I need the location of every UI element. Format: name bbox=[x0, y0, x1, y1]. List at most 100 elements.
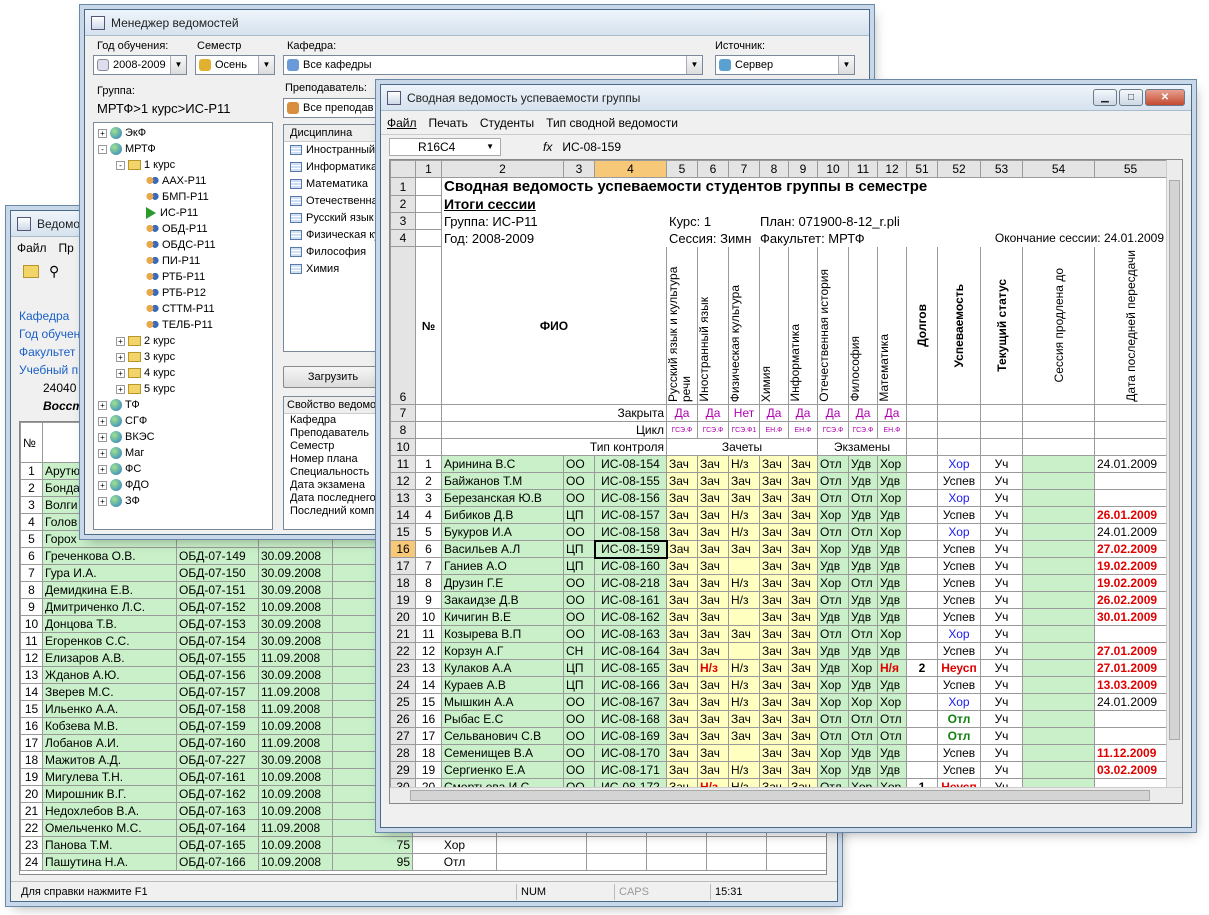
cell-last-date[interactable]: 03.02.2009 bbox=[1094, 761, 1167, 779]
prop-item[interactable]: Преподаватель bbox=[287, 427, 382, 440]
back-menu-edit[interactable]: Пр bbox=[59, 241, 74, 255]
cell-debts[interactable] bbox=[906, 557, 938, 575]
menu-print[interactable]: Печать bbox=[429, 116, 468, 130]
src-select[interactable]: Сервер ▼ bbox=[715, 55, 855, 75]
cell-mark[interactable]: Н/з bbox=[728, 676, 760, 694]
cell-gradebook[interactable]: ИС-08-167 bbox=[594, 693, 667, 711]
cell-progress[interactable]: Успев bbox=[937, 506, 981, 524]
maximize-icon[interactable]: □ bbox=[1119, 89, 1143, 106]
column-header[interactable]: 53 bbox=[980, 160, 1023, 178]
student-row[interactable]: 21 11 Козырева В.П ОО ИС-08-163 Зач Зач Зач Зач З… bbox=[390, 625, 1167, 643]
cell-status[interactable]: Уч bbox=[980, 642, 1023, 660]
cell-progress[interactable]: Успев bbox=[937, 574, 981, 592]
cell-progress[interactable]: Успев bbox=[937, 676, 981, 694]
cell-mark[interactable]: Отл bbox=[848, 523, 878, 541]
cell[interactable] bbox=[937, 438, 981, 456]
zakr-cell[interactable]: Да bbox=[817, 404, 849, 422]
cell-progress[interactable]: Успев bbox=[937, 540, 981, 558]
back-cell-name[interactable]: Мигулева Т.Н. bbox=[42, 768, 177, 786]
cell-mark[interactable]: Зач bbox=[697, 676, 729, 694]
cell-extended[interactable] bbox=[1022, 557, 1095, 575]
back-cell-empty[interactable] bbox=[827, 837, 828, 854]
subject-header-cell[interactable]: Отечественная история bbox=[817, 246, 849, 405]
cell-mark[interactable]: Удв bbox=[877, 472, 907, 490]
cell-mark[interactable]: Зач bbox=[788, 625, 818, 643]
back-cell-empty[interactable] bbox=[706, 836, 767, 854]
cell-no[interactable]: 11 bbox=[415, 625, 442, 643]
cell-status[interactable]: Уч bbox=[980, 744, 1023, 762]
tree-node[interactable]: ОБДС-Р11 bbox=[98, 237, 272, 253]
student-row[interactable]: 14 4 Бибиков Д.В ЦП ИС-08-157 Зач Зач Н/з Зач Зач… bbox=[390, 506, 1167, 524]
back-cell-date[interactable]: 11.09.2008 bbox=[258, 683, 333, 701]
cell-mark[interactable]: Удв bbox=[848, 455, 878, 473]
back-cell-name[interactable]: Кобзева М.В. bbox=[42, 717, 177, 735]
student-row[interactable]: 19 9 Закаидзе Д.В ОО ИС-08-161 Зач Зач Н/з Зач За… bbox=[390, 591, 1167, 609]
cell-mark[interactable]: Отл bbox=[817, 625, 849, 643]
status-header-cell[interactable]: Текущий статус bbox=[980, 246, 1023, 405]
back-cell-mark[interactable]: Хор bbox=[412, 836, 497, 854]
row-header[interactable]: 4 bbox=[390, 229, 416, 247]
expand-icon[interactable]: + bbox=[98, 400, 107, 410]
cell-fio[interactable]: Козырева В.П bbox=[441, 625, 564, 643]
prop-item[interactable]: Последний компь bbox=[287, 505, 382, 518]
cell-mark[interactable]: Зач bbox=[759, 455, 789, 473]
cell-progress[interactable]: Успев bbox=[937, 608, 981, 626]
cell-status[interactable]: Уч bbox=[980, 625, 1023, 643]
cell-mark[interactable]: Н/з bbox=[728, 693, 760, 711]
expand-icon[interactable]: + bbox=[98, 464, 107, 474]
column-header[interactable]: 12 bbox=[877, 160, 907, 178]
student-row[interactable]: 26 16 Рыбас Е.С ОО ИС-08-168 Зач Зач Зач Зач Зач О… bbox=[390, 710, 1167, 728]
cell-mark[interactable]: Хор bbox=[877, 523, 907, 541]
cell-mark[interactable]: Н/з bbox=[728, 591, 760, 609]
cell-fio[interactable]: Корзун А.Г bbox=[441, 642, 564, 660]
cell-no[interactable]: 4 bbox=[415, 506, 442, 524]
back-cell-date[interactable]: 10.09.2008 bbox=[258, 785, 333, 803]
cell-mark[interactable]: Зач bbox=[666, 676, 698, 694]
cell-progress[interactable]: Успев bbox=[937, 557, 981, 575]
cell-mark[interactable]: Зач bbox=[788, 693, 818, 711]
back-cell-group[interactable]: ОБД-07-158 bbox=[176, 700, 259, 718]
cell-mark[interactable]: Удв bbox=[817, 557, 849, 575]
cell-form[interactable]: ЦП bbox=[563, 506, 595, 524]
cell-mark[interactable]: Удв bbox=[848, 761, 878, 779]
cell[interactable] bbox=[415, 404, 442, 422]
discipline-item[interactable]: Химия bbox=[287, 261, 382, 278]
zakr-label-cell[interactable]: Закрыта bbox=[441, 404, 667, 422]
cell-mark[interactable]: Зач bbox=[697, 591, 729, 609]
student-row[interactable]: 23 13 Кулаков А.А ЦП ИС-08-165 Зач Н/з Н/з Зач За… bbox=[390, 659, 1167, 677]
cell-mark[interactable]: Зач bbox=[697, 761, 729, 779]
cell-status[interactable]: Уч bbox=[980, 727, 1023, 745]
cell[interactable] bbox=[415, 212, 442, 230]
cell-status[interactable]: Уч bbox=[980, 455, 1023, 473]
back-cell-mark[interactable]: Отл bbox=[412, 853, 497, 871]
cell-debts[interactable]: 2 bbox=[906, 659, 938, 677]
cell[interactable] bbox=[1094, 438, 1167, 456]
back-cell-date[interactable]: 30.09.2008 bbox=[258, 547, 333, 565]
cell-gradebook[interactable]: ИС-08-170 bbox=[594, 744, 667, 762]
back-cell-date[interactable]: 30.09.2008 bbox=[258, 751, 333, 769]
cell-fio[interactable]: Рыбас Е.С bbox=[441, 710, 564, 728]
cell-mark[interactable]: Зач bbox=[697, 608, 729, 626]
row-header[interactable]: 28 bbox=[390, 744, 416, 762]
back-cell-date[interactable]: 30.09.2008 bbox=[258, 564, 333, 582]
tree-node[interactable]: ОБД-Р11 bbox=[98, 221, 272, 237]
cell-mark[interactable]: Н/з bbox=[728, 506, 760, 524]
cikl-cell[interactable]: ГСЭ.Ф1 bbox=[728, 421, 760, 439]
student-row[interactable]: 12 2 Байжанов Т.М ОО ИС-08-155 Зач Зач Зач Зач За… bbox=[390, 472, 1167, 490]
cell-form[interactable]: ЦП bbox=[563, 540, 595, 558]
cell-extended[interactable] bbox=[1022, 591, 1095, 609]
cell-form[interactable]: ОО bbox=[563, 710, 595, 728]
cell-mark[interactable]: Зач bbox=[697, 472, 729, 490]
cell-fio[interactable]: Кураев А.В bbox=[441, 676, 564, 694]
cell-gradebook[interactable]: ИС-08-160 bbox=[594, 557, 667, 575]
row-header[interactable]: 12 bbox=[390, 472, 416, 490]
load-button[interactable]: Загрузить bbox=[283, 366, 383, 388]
prop-item[interactable]: Кафедра bbox=[287, 414, 382, 427]
cell-mark[interactable]: Зач bbox=[759, 744, 789, 762]
cikl-cell[interactable]: ЕН.Ф bbox=[877, 421, 907, 439]
cell-debts[interactable] bbox=[906, 676, 938, 694]
column-header[interactable]: 6 bbox=[697, 160, 729, 178]
cell-mark[interactable]: Зач bbox=[788, 557, 818, 575]
cell-mark[interactable] bbox=[728, 744, 760, 762]
zakr-cell[interactable]: Да bbox=[697, 404, 729, 422]
